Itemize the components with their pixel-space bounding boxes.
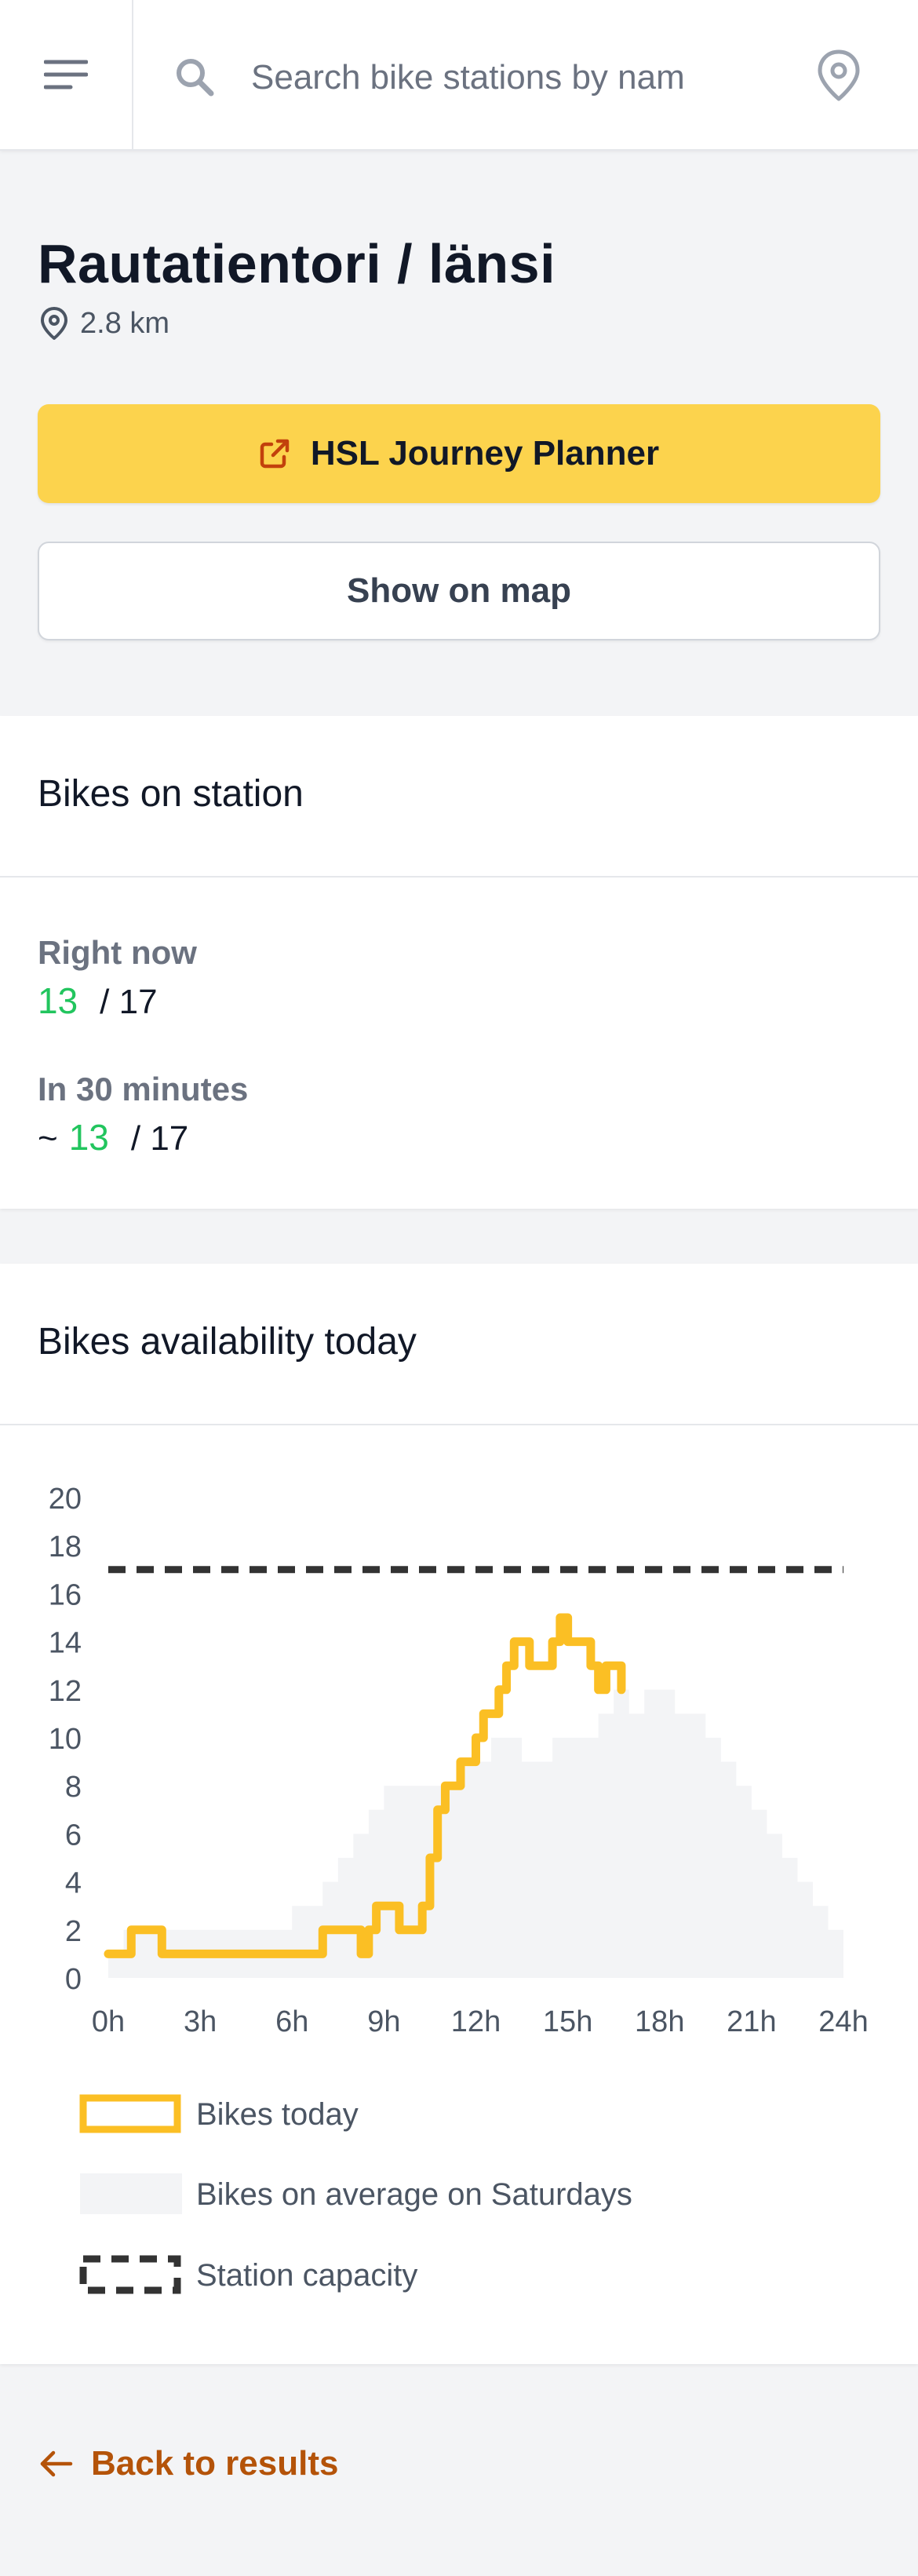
distance-label: 2.8 km [80, 306, 170, 340]
top-bar [0, 0, 918, 151]
availability-chart: 0 2 4 6 8 10 12 14 16 18 20 0h 3h 6h 9h 12h 15h 18h 21h 24… [49, 1483, 869, 2294]
right-now-label: Right now [38, 934, 197, 971]
legend-label: Bikes on average on Saturdays [196, 2177, 632, 2212]
hsl-journey-planner-button[interactable]: HSL Journey Planner [38, 404, 880, 503]
x-tick-label: 0h [92, 2005, 125, 2038]
hamburger-menu-icon [44, 60, 88, 89]
in-30-minutes-label: In 30 minutes [38, 1071, 249, 1107]
show-on-map-button[interactable]: Show on map [38, 542, 880, 640]
right-now-capacity: / 17 [100, 983, 158, 1021]
station-title: Rautatientori / länsi [38, 233, 556, 294]
search-input[interactable] [250, 47, 708, 108]
y-tick-label: 6 [65, 1819, 82, 1852]
in-30-minutes-count: 13 [68, 1117, 109, 1158]
arrow-left-icon [40, 2450, 73, 2477]
map-pin-icon [41, 307, 67, 340]
right-now-count: 13 [38, 980, 78, 1021]
y-tick-label: 16 [49, 1578, 82, 1611]
map-pin-icon[interactable] [816, 49, 862, 102]
y-tick-label: 20 [49, 1483, 82, 1516]
legend-swatch-bikes-today [79, 2094, 181, 2133]
y-tick-label: 18 [49, 1531, 82, 1563]
bikes-on-station-title: Bikes on station [38, 773, 304, 815]
legend-label: Station capacity [196, 2258, 417, 2293]
legend-swatch-capacity [79, 2255, 181, 2294]
average-bikes-area [108, 1689, 843, 1978]
legend-label: Bikes today [196, 2097, 359, 2132]
y-tick-label: 4 [65, 1867, 82, 1900]
show-on-map-label: Show on map [347, 571, 571, 610]
in-30-minutes-value: ~ 13 / 17 [38, 1116, 188, 1158]
bikes-on-station-card: Bikes on station Right now 13 / 17 In 30… [0, 716, 918, 1209]
back-to-results-label: Back to results [91, 2444, 339, 2483]
in-30-minutes-capacity: / 17 [130, 1119, 189, 1158]
legend-swatch-average [80, 2173, 182, 2214]
back-to-results-link[interactable]: Back to results [39, 2444, 338, 2483]
distance-row: 2.8 km [39, 306, 169, 341]
x-tick-label: 12h [451, 2005, 501, 2038]
external-link-icon [260, 439, 290, 469]
x-tick-label: 9h [367, 2005, 400, 2038]
x-tick-label: 6h [275, 2005, 308, 2038]
bikes-on-station-header: Bikes on station [0, 716, 918, 878]
y-tick-label: 12 [49, 1675, 82, 1708]
y-tick-label: 2 [65, 1915, 82, 1948]
x-tick-label: 21h [727, 2005, 776, 2038]
menu-button[interactable] [0, 0, 133, 149]
bikes-availability-card: Bikes availability today 0 2 4 6 8 10 12 14 16 18… [0, 1264, 918, 2364]
x-tick-label: 3h [184, 2005, 217, 2038]
right-now-value: 13 / 17 [38, 980, 158, 1022]
x-tick-label: 15h [543, 2005, 592, 2038]
y-tick-label: 14 [49, 1627, 82, 1660]
y-tick-label: 8 [65, 1771, 82, 1804]
x-tick-label: 24h [818, 2005, 868, 2038]
y-tick-label: 0 [65, 1963, 82, 1996]
search-icon [177, 59, 214, 97]
y-tick-label: 10 [49, 1723, 82, 1756]
approx-sign: ~ [38, 1119, 58, 1158]
hsl-journey-planner-label: HSL Journey Planner [310, 434, 660, 473]
x-tick-label: 18h [635, 2005, 684, 2038]
